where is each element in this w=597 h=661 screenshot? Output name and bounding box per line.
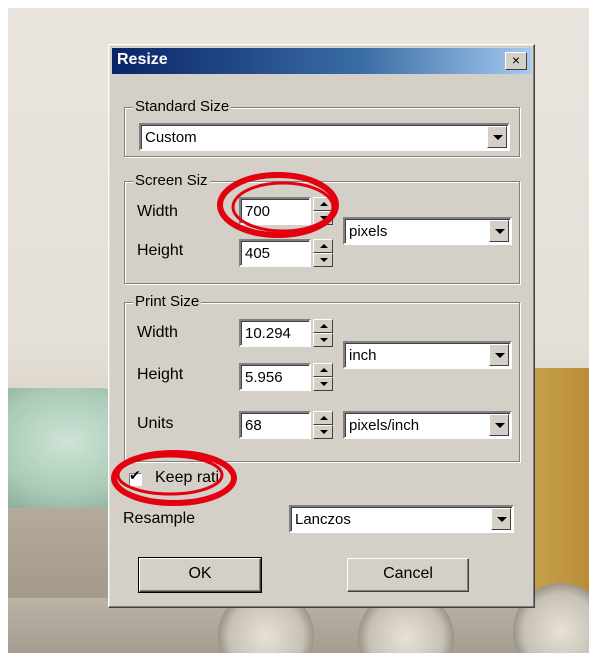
spin-down-icon[interactable] (313, 253, 333, 267)
print-width-stepper[interactable] (313, 319, 333, 347)
screen-unit-select[interactable]: pixels (343, 217, 512, 245)
print-height-value: 5.956 (245, 369, 283, 386)
print-unit-value: inch (349, 347, 377, 364)
keep-ratio-label[interactable]: Keep rati (155, 469, 219, 487)
print-width-input[interactable]: 10.294 (239, 319, 311, 347)
dialog-title: Resize (117, 51, 168, 68)
units-unit-select[interactable]: pixels/inch (343, 411, 512, 439)
units-unit-value: pixels/inch (349, 417, 420, 434)
screen-height-value: 405 (245, 245, 271, 262)
resample-label: Resample (123, 510, 196, 527)
print-width-label: Width (137, 324, 178, 341)
screen-size-legend: Screen Siz (133, 172, 210, 189)
title-bar[interactable]: Resize × (112, 48, 531, 74)
spin-up-icon[interactable] (313, 197, 333, 211)
screen-width-stepper[interactable] (313, 197, 333, 225)
units-stepper[interactable] (313, 411, 333, 439)
screen-width-value: 700 (245, 203, 271, 220)
chevron-down-icon[interactable] (489, 414, 509, 436)
spin-up-icon[interactable] (313, 363, 333, 377)
chevron-down-icon[interactable] (491, 508, 511, 530)
print-size-legend: Print Size (133, 293, 202, 310)
standard-size-value: Custom (145, 129, 197, 146)
ok-button[interactable]: OK (138, 557, 262, 593)
close-button[interactable]: × (505, 52, 527, 70)
spin-down-icon[interactable] (313, 333, 333, 347)
screen-height-input[interactable]: 405 (239, 239, 311, 267)
close-icon: × (511, 52, 521, 68)
screen-height-label: Height (137, 242, 184, 259)
spin-down-icon[interactable] (313, 377, 333, 391)
chevron-down-icon[interactable] (489, 220, 509, 242)
spin-up-icon[interactable] (313, 319, 333, 333)
standard-size-select[interactable]: Custom (139, 123, 510, 151)
print-height-label: Height (137, 366, 184, 383)
print-height-input[interactable]: 5.956 (239, 363, 311, 391)
spin-down-icon[interactable] (313, 425, 333, 439)
units-label: Units (137, 415, 174, 432)
units-input[interactable]: 68 (239, 411, 311, 439)
chevron-down-icon[interactable] (487, 126, 507, 148)
print-height-stepper[interactable] (313, 363, 333, 391)
standard-size-legend: Standard Size (133, 98, 232, 115)
resample-value: Lanczos (295, 511, 351, 528)
screen-unit-value: pixels (349, 223, 388, 240)
print-unit-select[interactable]: inch (343, 341, 512, 369)
screen-width-label: Width (137, 203, 178, 220)
screen-width-input[interactable]: 700 (239, 197, 311, 225)
chevron-down-icon[interactable] (489, 344, 509, 366)
spin-up-icon[interactable] (313, 411, 333, 425)
keep-ratio-checkbox[interactable]: ✔ (129, 469, 142, 486)
print-width-value: 10.294 (245, 325, 291, 342)
spin-down-icon[interactable] (313, 211, 333, 225)
resize-dialog: Resize × Standard Size Custom Screen Siz… (108, 44, 535, 608)
spin-up-icon[interactable] (313, 239, 333, 253)
checkmark-icon: ✔ (129, 468, 141, 484)
cancel-button[interactable]: Cancel (347, 558, 469, 592)
units-value: 68 (245, 417, 262, 434)
resample-select[interactable]: Lanczos (289, 505, 514, 533)
screen-height-stepper[interactable] (313, 239, 333, 267)
